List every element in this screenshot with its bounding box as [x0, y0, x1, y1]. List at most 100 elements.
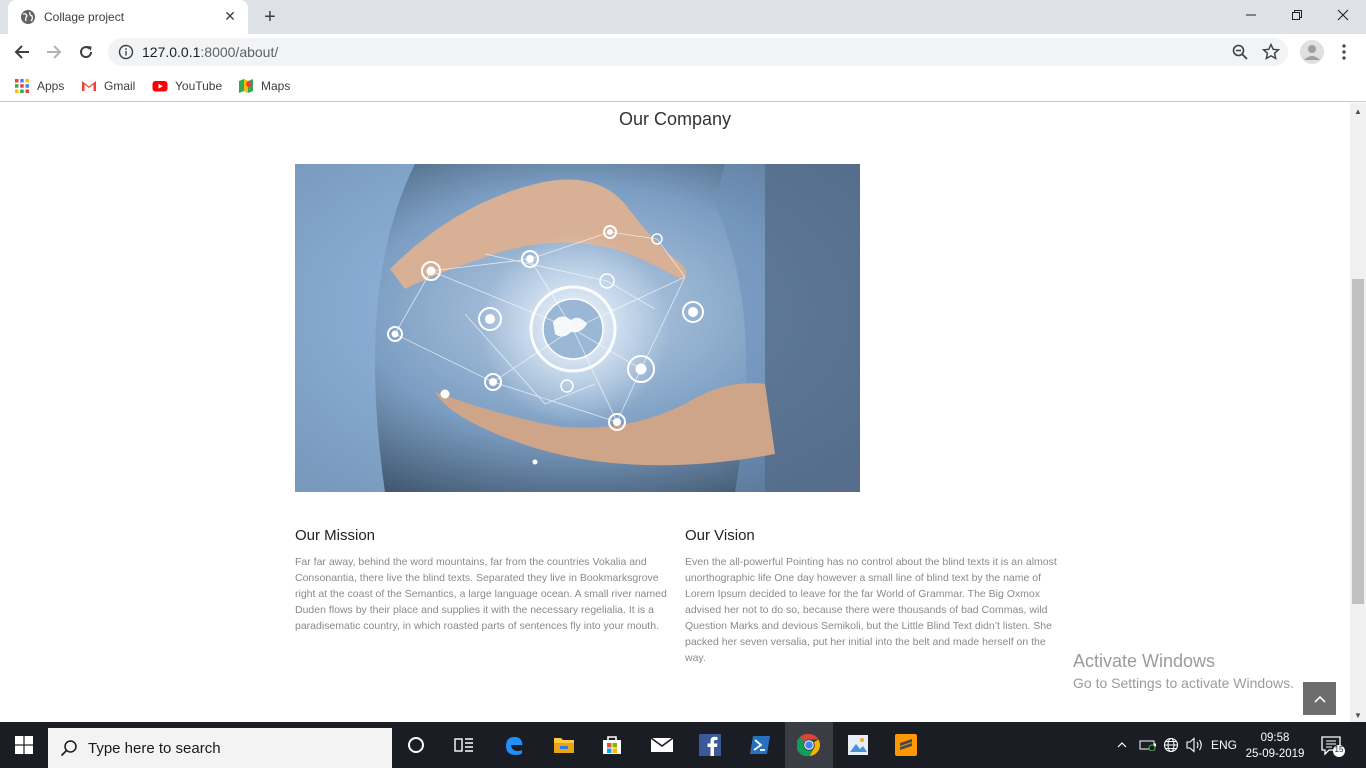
bookmark-label: Maps [261, 79, 291, 93]
minimize-icon [1246, 14, 1256, 16]
taskbar-mail[interactable] [638, 722, 686, 768]
info-icon[interactable] [118, 44, 134, 60]
bookmark-label: YouTube [175, 79, 223, 93]
globe-network-icon [1163, 737, 1179, 753]
more-menu-icon[interactable] [1334, 40, 1354, 64]
restore-button[interactable] [1274, 0, 1320, 30]
taskbar-store[interactable] [588, 722, 636, 768]
about-page: Our Company Our Mission Far far away, be… [0, 103, 1350, 722]
search-placeholder: Type here to search [88, 739, 221, 757]
mission-heading: Our Mission [295, 527, 376, 544]
scroll-up-icon[interactable]: ▲ [1354, 107, 1362, 116]
image-viewer-icon [848, 735, 868, 755]
back-to-top-button[interactable] [1303, 682, 1336, 715]
cortana-button[interactable] [392, 722, 440, 768]
gmail-icon [82, 81, 96, 91]
taskbar-powershell[interactable] [736, 722, 784, 768]
notification-count: 15 [1334, 745, 1344, 754]
facebook-icon [699, 734, 721, 756]
maps-pin-icon [239, 79, 253, 93]
clock-time: 09:58 [1260, 732, 1290, 744]
bookmark-label: Apps [37, 79, 65, 93]
close-tab-icon[interactable]: ✕ [222, 8, 238, 24]
url-text[interactable]: 127.0.0.1:8000/about/ [142, 44, 278, 60]
powershell-icon [750, 736, 770, 754]
scroll-down-icon[interactable]: ▼ [1354, 711, 1362, 720]
start-button[interactable] [0, 722, 48, 768]
hero-image [295, 164, 860, 492]
volume-control[interactable] [1184, 722, 1206, 768]
speaker-icon [1186, 737, 1202, 753]
windows-taskbar: Type here to search ENG 09:58 25-09-2019… [0, 722, 1366, 768]
taskbar-edge[interactable] [490, 722, 538, 768]
search-icon [60, 740, 77, 757]
reload-icon [80, 46, 93, 59]
profile-avatar-icon[interactable] [1300, 40, 1324, 64]
forward-button[interactable] [40, 38, 68, 66]
bookmark-youtube[interactable]: YouTube [152, 76, 222, 96]
browser-tab[interactable]: Collage project ✕ [8, 0, 248, 34]
cortana-circle-icon [408, 737, 424, 753]
windows-logo-icon [15, 736, 33, 754]
bookmarks-bar: Apps Gmail YouTube Maps [0, 70, 1366, 102]
back-button[interactable] [8, 38, 36, 66]
browser-toolbar: 127.0.0.1:8000/about/ [0, 34, 1366, 70]
bookmark-star-icon[interactable] [1262, 43, 1280, 61]
arrow-left-icon [14, 45, 29, 59]
hands-network-illustration [295, 164, 860, 492]
scroll-thumb[interactable] [1352, 279, 1364, 604]
bookmark-maps[interactable]: Maps [238, 76, 290, 96]
vision-heading: Our Vision [685, 527, 755, 544]
mission-text: Far far away, behind the word mountains,… [295, 556, 667, 632]
chevron-up-icon [1117, 742, 1127, 748]
watermark-subtitle: Go to Settings to activate Windows. [1073, 675, 1294, 691]
system-clock[interactable]: 09:58 25-09-2019 [1240, 730, 1310, 762]
reload-button[interactable] [72, 38, 100, 66]
folder-icon [554, 738, 574, 753]
mission-section: Our Mission Far far away, behind the wor… [295, 527, 667, 634]
store-bag-icon [603, 736, 621, 754]
mail-envelope-icon [650, 737, 674, 752]
edge-icon [506, 737, 523, 755]
arrow-right-icon [47, 45, 62, 59]
taskbar-file-explorer[interactable] [540, 722, 588, 768]
watermark-title: Activate Windows [1073, 651, 1216, 671]
close-icon [1337, 9, 1349, 21]
battery-status[interactable] [1136, 722, 1160, 768]
taskbar-chrome[interactable] [785, 722, 833, 768]
tab-strip: Collage project ✕ + [0, 0, 1366, 34]
taskbar-sublime-text[interactable] [882, 722, 930, 768]
clock-date: 25-09-2019 [1245, 748, 1305, 760]
task-view-icon [454, 738, 473, 752]
activate-windows-watermark: Activate Windows Go to Settings to activ… [1073, 651, 1294, 691]
zoom-out-icon[interactable] [1232, 44, 1248, 60]
bookmark-apps[interactable]: Apps [14, 76, 64, 96]
chrome-icon [797, 733, 820, 757]
show-hidden-icons-button[interactable] [1114, 722, 1130, 768]
chevron-up-icon [1313, 695, 1326, 703]
taskbar-search-box[interactable]: Type here to search [48, 728, 392, 768]
language-indicator[interactable]: ENG [1208, 722, 1240, 768]
page-scrollbar[interactable]: ▲ ▼ [1350, 103, 1366, 722]
close-window-button[interactable] [1320, 0, 1366, 30]
page-title: Our Company [618, 109, 732, 129]
battery-icon [1139, 740, 1156, 751]
youtube-icon [152, 81, 168, 92]
address-bar[interactable]: 127.0.0.1:8000/about/ [108, 38, 1288, 66]
network-status[interactable] [1160, 722, 1182, 768]
bookmark-label: Gmail [104, 79, 136, 93]
sublime-text-icon [895, 734, 917, 756]
vision-section: Our Vision Even the all-powerful Pointin… [685, 527, 1057, 666]
restore-icon [1292, 10, 1302, 20]
tab-title: Collage project [44, 10, 125, 24]
taskbar-photos[interactable] [834, 722, 882, 768]
vision-text: Even the all-powerful Pointing has no co… [685, 556, 1057, 664]
action-center-button[interactable]: 15 [1320, 734, 1346, 758]
bookmark-gmail[interactable]: Gmail [81, 76, 135, 96]
apps-grid-icon [15, 79, 29, 93]
globe-icon [21, 10, 35, 24]
taskbar-facebook[interactable] [686, 722, 734, 768]
task-view-button[interactable] [440, 722, 488, 768]
minimize-button[interactable] [1228, 0, 1274, 30]
new-tab-button[interactable]: + [258, 6, 282, 30]
